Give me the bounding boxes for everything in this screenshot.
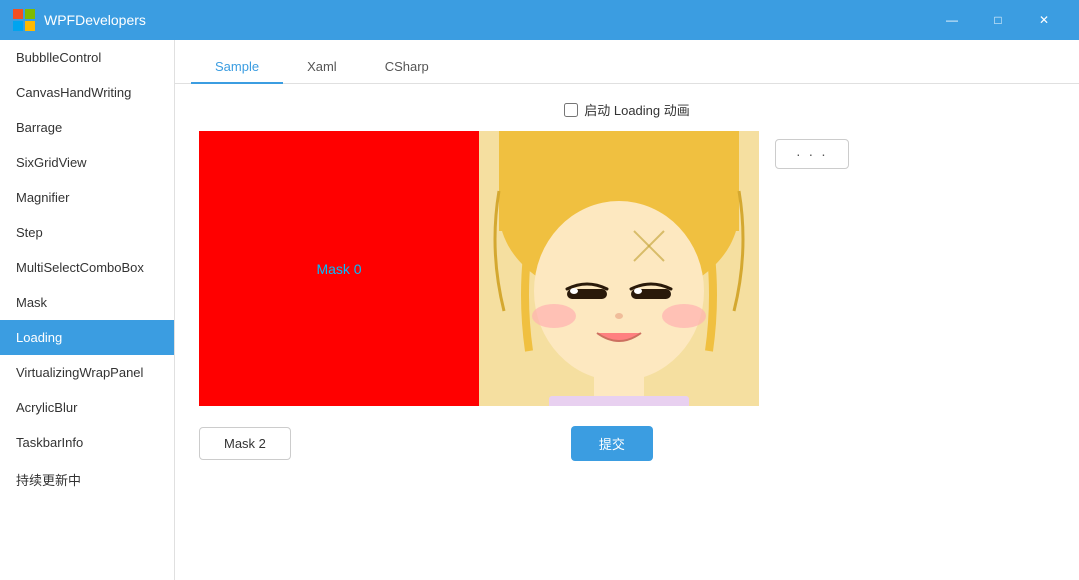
anime-image [479,131,759,406]
sidebar-item-acrylicblur[interactable]: AcrylicBlur [0,390,174,425]
content-area: Sample Xaml CSharp 启动 Loading 动画 Mask 0 [175,40,1079,580]
sidebar-item-virtualizingwrappanel[interactable]: VirtualizingWrapPanel [0,355,174,390]
mask0-label: Mask 0 [316,261,361,277]
sidebar-item-bubbllecontrol[interactable]: BubblleControl [0,40,174,75]
sidebar-item-taskbarinfo[interactable]: TaskbarInfo [0,425,174,460]
loading-animation-checkbox[interactable] [564,103,578,117]
window-controls: — □ ✕ [929,0,1067,40]
right-panel: · · · [759,131,1055,177]
sample-content: 启动 Loading 动画 Mask 0 [175,84,1079,580]
tab-csharp[interactable]: CSharp [361,51,453,84]
submit-button[interactable]: 提交 [571,426,653,461]
tab-sample[interactable]: Sample [191,51,283,84]
sidebar-item-barrage[interactable]: Barrage [0,110,174,145]
mask0-card: Mask 0 [199,131,479,406]
anime-svg [479,131,759,406]
sidebar-item-loading[interactable]: Loading [0,320,174,355]
maximize-button[interactable]: □ [975,0,1021,40]
sidebar-item-sixgridview[interactable]: SixGridView [0,145,174,180]
close-button[interactable]: ✕ [1021,0,1067,40]
loading-animation-label: 启动 Loading 动画 [584,100,690,119]
titlebar: WPFDevelopers — □ ✕ [0,0,1079,40]
mask2-button[interactable]: Mask 2 [199,427,291,460]
dots-button[interactable]: · · · [775,139,849,169]
sidebar-item-canvashandwriting[interactable]: CanvasHandWriting [0,75,174,110]
tab-xaml[interactable]: Xaml [283,51,361,84]
sidebar: BubblleControl CanvasHandWriting Barrage… [0,40,175,580]
main-layout: BubblleControl CanvasHandWriting Barrage… [0,40,1079,580]
minimize-button[interactable]: — [929,0,975,40]
tab-bar: Sample Xaml CSharp [175,40,1079,84]
checkbox-row: 启动 Loading 动画 [199,100,1055,119]
sidebar-item-mask[interactable]: Mask [0,285,174,320]
bottom-row: Mask 2 提交 [199,418,1055,469]
sidebar-item-multiselectcombobox[interactable]: MultiSelectComboBox [0,250,174,285]
sidebar-item-step[interactable]: Step [0,215,174,250]
sidebar-item-continuing[interactable]: 持续更新中 [0,460,174,499]
sidebar-item-magnifier[interactable]: Magnifier [0,180,174,215]
app-logo-icon [12,8,36,32]
app-title: WPFDevelopers [44,12,929,28]
